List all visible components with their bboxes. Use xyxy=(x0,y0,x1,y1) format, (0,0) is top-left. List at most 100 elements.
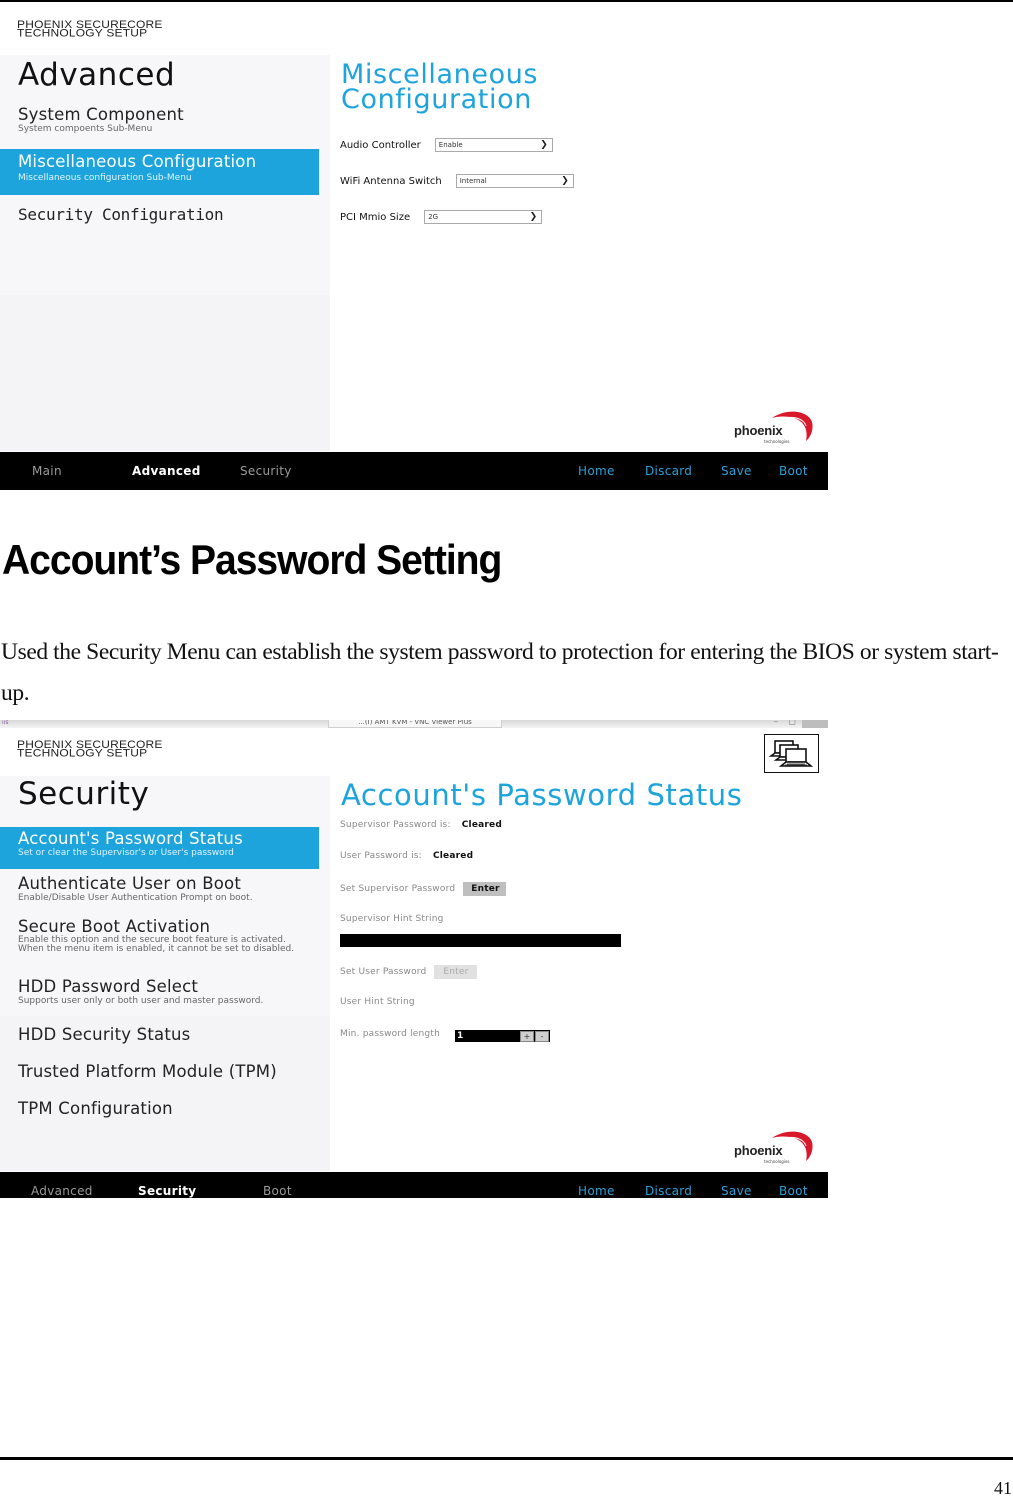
bottom-navbar: Advanced Security Boot Home Discard Save… xyxy=(0,1172,828,1198)
menu-item-title: HDD Password Select xyxy=(18,977,199,996)
window-title: ...(I) AMT KVM - VNC Viewer Plus xyxy=(328,720,502,728)
menu-item-title: Authenticate User on Boot xyxy=(18,874,242,893)
logo-subtitle: technologies xyxy=(764,1159,790,1164)
boot-button[interactable]: Boot xyxy=(779,1184,808,1198)
sidebar-item-hdd-password-select[interactable]: HDD Password Select Supports user only o… xyxy=(0,977,319,1013)
min-password-length-stepper[interactable]: 1 + - xyxy=(455,1030,550,1042)
remote-computers-icon[interactable] xyxy=(764,734,819,773)
vendor-title: PHOENIX SECURECORE TECHNOLOGY SETUP xyxy=(17,739,163,760)
vendor-title: PHOENIX SECURECORE TECHNOLOGY SETUP xyxy=(17,19,163,40)
logo-subtitle: technologies xyxy=(764,439,790,444)
vendor-line-2: TECHNOLOGY SETUP xyxy=(17,746,148,760)
wifi-antenna-switch-dropdown[interactable]: Internal ❯ xyxy=(455,174,574,188)
set-supervisor-password-row: Set Supervisor Password Enter xyxy=(340,882,507,896)
field-label: Set Supervisor Password xyxy=(340,884,456,894)
phoenix-logo: phoenix technologies xyxy=(730,1128,820,1164)
user-hint-label: User Hint String xyxy=(340,997,415,1007)
logo-wordmark: phoenix xyxy=(734,423,783,438)
set-supervisor-password-button[interactable]: Enter xyxy=(463,882,507,896)
pci-mmio-size-dropdown[interactable]: 2G ❯ xyxy=(424,210,543,224)
window-close-button[interactable] xyxy=(802,720,828,728)
status-label: Supervisor Password is: xyxy=(340,820,451,830)
content-title: Miscellaneous Configuration xyxy=(341,61,538,113)
content-title: Account's Password Status xyxy=(341,778,743,812)
menu-item-subtitle: System compoents Sub-Menu xyxy=(18,124,153,134)
sidebar: Advanced System Component System compoen… xyxy=(0,55,330,451)
discard-button[interactable]: Discard xyxy=(645,1184,692,1198)
sidebar-item-accounts-password-status[interactable]: Account's Password Status Set or clear t… xyxy=(0,827,319,869)
nav-tab-security[interactable]: Security xyxy=(240,464,292,478)
sidebar-title: Advanced xyxy=(18,57,176,93)
stepper-value[interactable]: 1 xyxy=(455,1030,519,1042)
stepper-body: 1 + - xyxy=(455,1030,550,1042)
sidebar-item-hdd-security-status[interactable]: HDD Security Status xyxy=(0,1025,319,1049)
status-value: Cleared xyxy=(461,820,502,830)
dropdown-value: Enable xyxy=(438,141,463,149)
logo-wordmark: phoenix xyxy=(734,1143,783,1158)
menu-item-title: Miscellaneous Configuration xyxy=(18,152,257,171)
sidebar-title: Security xyxy=(18,776,150,812)
field-wifi-antenna-switch: WiFi Antenna Switch Internal ❯ xyxy=(340,174,574,188)
window-system-icon[interactable]: ııs xyxy=(2,720,8,726)
boot-button[interactable]: Boot xyxy=(779,464,808,478)
increment-button[interactable]: + xyxy=(520,1030,534,1042)
sidebar-item-secure-boot-activation[interactable]: Secure Boot Activation Enable this optio… xyxy=(0,917,319,971)
menu-item-subtitle: Supports user only or both user and mast… xyxy=(18,996,264,1006)
status-label: User Password is: xyxy=(340,851,422,861)
save-button[interactable]: Save xyxy=(721,1184,752,1198)
sidebar-item-tpm-configuration[interactable]: TPM Configuration xyxy=(0,1099,319,1123)
bios-screenshot-advanced: PHOENIX SECURECORE TECHNOLOGY SETUP Adva… xyxy=(0,2,828,490)
bottom-navbar: Main Advanced Security Home Discard Save… xyxy=(0,452,828,490)
field-audio-controller: Audio Controller Enable ❯ xyxy=(340,138,553,152)
nav-tab-advanced[interactable]: Advanced xyxy=(31,1184,93,1198)
menu-item-title: Secure Boot Activation xyxy=(18,917,211,936)
home-button[interactable]: Home xyxy=(578,1184,615,1198)
sidebar-item-miscellaneous-configuration[interactable]: Miscellaneous Configuration Miscellaneou… xyxy=(0,149,319,195)
section-paragraph: Used the Security Menu can establish the… xyxy=(1,639,999,706)
chevron-down-icon: ❯ xyxy=(529,212,538,222)
supervisor-password-status: Supervisor Password is: Cleared xyxy=(340,820,502,830)
nav-tab-advanced[interactable]: Advanced xyxy=(132,464,201,478)
field-label: WiFi Antenna Switch xyxy=(340,175,442,187)
menu-item-subtitle: Enable this option and the secure boot f… xyxy=(18,935,295,954)
menu-item-subtitle: Set or clear the Supervisor's or User's … xyxy=(18,848,234,858)
supervisor-hint-input[interactable] xyxy=(340,934,621,947)
vnc-window-titlebar: ııs ...(I) AMT KVM - VNC Viewer Plus – ▢ xyxy=(0,720,828,728)
sidebar-item-security-configuration[interactable]: Security Configuration xyxy=(0,205,319,235)
laptops-icon xyxy=(768,740,814,767)
discard-button[interactable]: Discard xyxy=(645,464,692,478)
save-button[interactable]: Save xyxy=(721,464,752,478)
menu-item-title: TPM Configuration xyxy=(18,1099,173,1118)
menu-item-title: HDD Security Status xyxy=(18,1025,191,1044)
sidebar-item-trusted-platform-module[interactable]: Trusted Platform Module (TPM) xyxy=(0,1062,319,1086)
field-label: Audio Controller xyxy=(340,139,421,151)
sidebar-item-system-component[interactable]: System Component System compoents Sub-Me… xyxy=(0,105,319,145)
decrement-button[interactable]: - xyxy=(535,1030,549,1042)
page-number: 41 xyxy=(994,1478,1012,1497)
set-user-password-row: Set User Password Enter xyxy=(340,965,478,979)
chevron-down-icon: ❯ xyxy=(561,176,569,186)
sidebar: Security Account's Password Status Set o… xyxy=(0,776,330,1171)
window-controls[interactable]: – ▢ xyxy=(774,720,800,726)
menu-item-title: System Component xyxy=(18,105,184,124)
field-label: PCI Mmio Size xyxy=(340,211,411,223)
set-user-password-button[interactable]: Enter xyxy=(434,965,478,979)
dropdown-value: Internal xyxy=(459,177,487,185)
phoenix-logo: phoenix technologies xyxy=(730,408,820,444)
menu-item-title: Trusted Platform Module (TPM) xyxy=(18,1062,277,1081)
nav-tab-main[interactable]: Main xyxy=(32,464,62,478)
sidebar-item-authenticate-user-on-boot[interactable]: Authenticate User on Boot Enable/Disable… xyxy=(0,874,319,910)
menu-item-title: Account's Password Status xyxy=(18,829,243,848)
supervisor-hint-label: Supervisor Hint String xyxy=(340,914,444,924)
nav-tab-security[interactable]: Security xyxy=(138,1184,196,1198)
status-value: Cleared xyxy=(432,851,474,861)
user-password-status: User Password is: Cleared xyxy=(340,851,473,861)
vendor-line-2: TECHNOLOGY SETUP xyxy=(17,26,148,40)
menu-item-subtitle: Enable/Disable User Authentication Promp… xyxy=(18,893,253,903)
field-pci-mmio-size: PCI Mmio Size 2G ❯ xyxy=(340,210,543,224)
footer-rule xyxy=(0,1457,1013,1460)
audio-controller-dropdown[interactable]: Enable ❯ xyxy=(434,138,553,152)
home-button[interactable]: Home xyxy=(578,464,615,478)
nav-tab-boot[interactable]: Boot xyxy=(263,1184,292,1198)
dropdown-value: 2G xyxy=(428,213,439,221)
